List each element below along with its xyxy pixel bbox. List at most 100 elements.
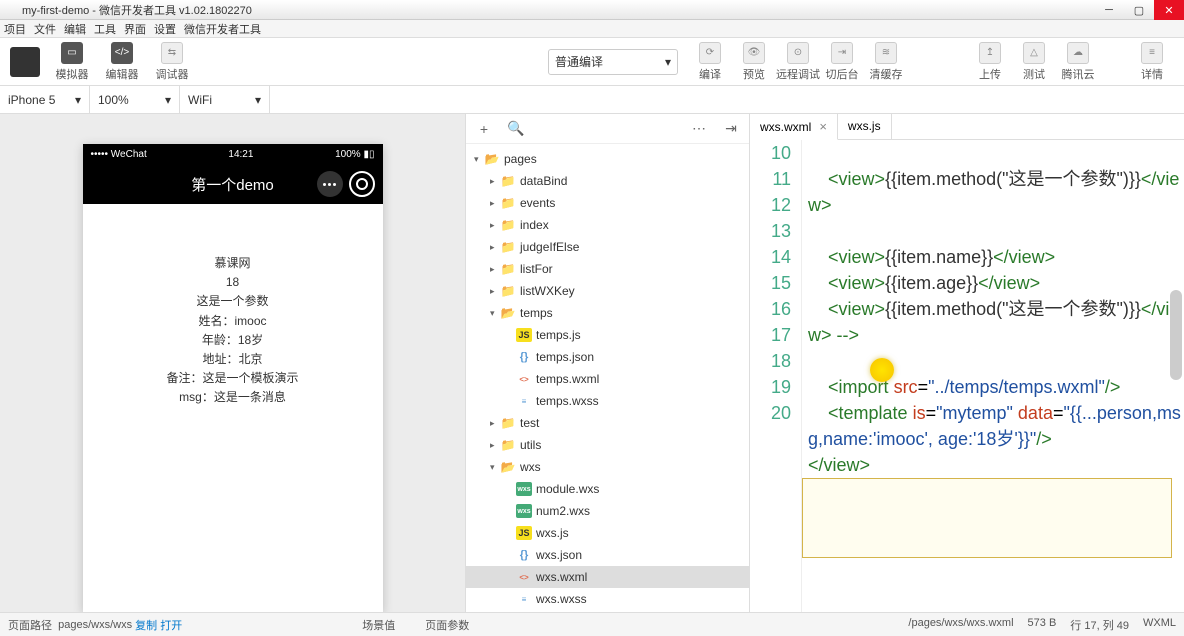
selection-highlight [802,478,1172,558]
menu-界面[interactable]: 界面 [124,21,146,37]
test-button[interactable]: △测试 [1012,40,1056,84]
tree-item-temps.json[interactable]: {}temps.json [466,346,749,368]
details-button[interactable]: ≡详情 [1130,40,1174,84]
file-tree[interactable]: ▾pages▸dataBind▸events▸index▸judgeIfElse… [466,144,749,612]
status-bar: 页面路径 pages/wxs/wxs 复制 打开 场景值 页面参数 /pages… [0,612,1184,636]
line-number: 17 [750,322,791,348]
code-area[interactable]: 1011121314151617181920 <view>{{item.meth… [750,140,1184,612]
menu-项目[interactable]: 项目 [4,21,26,37]
window-minimize[interactable]: ─ [1094,0,1124,20]
editor-button[interactable]: </>编辑器 [100,40,144,84]
debugger-button[interactable]: ⇆调试器 [150,40,194,84]
status-filesize: 573 B [1028,617,1057,633]
window-close[interactable]: ✕ [1154,0,1184,20]
wxml-icon: <> [516,372,532,386]
menu-微信开发者工具[interactable]: 微信开发者工具 [184,21,261,37]
tree-item-listFor[interactable]: ▸listFor [466,258,749,280]
copy-link[interactable]: 复制 [135,617,157,633]
folder-icon [500,416,516,430]
open-link[interactable]: 打开 [160,617,182,633]
tree-label: temps.js [536,328,581,342]
window-maximize[interactable]: ▢ [1124,0,1154,20]
upload-button[interactable]: ↥上传 [968,40,1012,84]
menu-工具[interactable]: 工具 [94,21,116,37]
tree-item-temps.wxml[interactable]: <>temps.wxml [466,368,749,390]
phone-time: 14:21 [228,149,253,160]
tree-label: wxs.wxss [536,592,587,606]
phone-carrier: ••••• WeChat [91,149,147,160]
phone-status-bar: ••••• WeChat 14:21 100% ▮▯ [83,144,383,164]
toolbar: ▭模拟器 </>编辑器 ⇆调试器 普通编译▾ ⟳编译 👁预览 ⊙远程调试 ⇥切后… [0,38,1184,86]
vertical-scrollbar[interactable] [1170,290,1182,380]
tree-item-listWXKey[interactable]: ▸listWXKey [466,280,749,302]
chevron-down-icon: ▾ [75,93,81,107]
capsule-menu-icon[interactable] [317,171,343,197]
compile-button[interactable]: ⟳编译 [688,40,732,84]
zoom-select[interactable]: 100%▾ [90,86,180,114]
app-icon [4,3,18,17]
tree-label: temps [520,306,553,320]
tree-item-wxs[interactable]: ▾wxs [466,456,749,478]
tab-wxs.js[interactable]: wxs.js [838,113,892,139]
folder-icon [500,262,516,276]
params-label[interactable]: 页面参数 [425,617,469,633]
line-number: 11 [750,166,791,192]
tree-item-pages[interactable]: ▾pages [466,148,749,170]
tree-item-events[interactable]: ▸events [466,192,749,214]
tree-item-temps.js[interactable]: JStemps.js [466,324,749,346]
tree-item-utils[interactable]: ▸utils [466,434,749,456]
line-number: 10 [750,140,791,166]
tree-item-judgeIfElse[interactable]: ▸judgeIfElse [466,236,749,258]
tree-item-wxs.wxml[interactable]: <>wxs.wxml [466,566,749,588]
wxml-icon: <> [516,570,532,584]
remote-debug-button[interactable]: ⊙远程调试 [776,40,820,84]
menu-编辑[interactable]: 编辑 [64,21,86,37]
tree-item-dataBind[interactable]: ▸dataBind [466,170,749,192]
scene-label[interactable]: 场景值 [362,617,395,633]
line-number: 16 [750,296,791,322]
tree-item-num2.wxs[interactable]: wxsnum2.wxs [466,500,749,522]
menu-设置[interactable]: 设置 [154,21,176,37]
tree-item-wxs.wxss[interactable]: ≡wxs.wxss [466,588,749,610]
tree-item-module.wxs[interactable]: wxsmodule.wxs [466,478,749,500]
background-button[interactable]: ⇥切后台 [820,40,864,84]
search-file-button[interactable]: 🔍 [506,119,526,139]
tree-item-wxs.json[interactable]: {}wxs.json [466,544,749,566]
preview-button[interactable]: 👁预览 [732,40,776,84]
add-file-button[interactable]: + [474,119,494,139]
tree-item-index[interactable]: ▸index [466,214,749,236]
tree-item-test[interactable]: ▸test [466,412,749,434]
clear-cache-button[interactable]: ≋清缓存 [864,40,908,84]
tree-label: wxs [520,460,541,474]
chevron-down-icon: ▾ [165,93,171,107]
js-icon: JS [516,526,532,540]
simulator-panel: ••••• WeChat 14:21 100% ▮▯ 第一个demo 慕课网18… [0,114,465,612]
tab-wxs.wxml[interactable]: wxs.wxml× [750,114,838,140]
device-select[interactable]: iPhone 5▾ [0,86,90,114]
tree-item-temps[interactable]: ▾temps [466,302,749,324]
folder-icon [500,218,516,232]
capsule-close-icon[interactable] [349,171,375,197]
tree-item-wxs.js[interactable]: JSwxs.js [466,522,749,544]
more-menu-icon[interactable]: ⋯ [689,119,709,139]
status-lang: WXML [1143,617,1176,633]
line-gutter: 1011121314151617181920 [750,140,802,612]
tree-label: test [520,416,539,430]
avatar[interactable] [10,47,40,77]
compile-mode-select[interactable]: 普通编译▾ [548,49,678,75]
cloud-button[interactable]: ☁腾讯云 [1056,40,1100,84]
menu-文件[interactable]: 文件 [34,21,56,37]
collapse-icon[interactable]: ⇥ [721,119,741,139]
page-path-label: 页面路径 [8,617,52,633]
tree-item-temps.wxss[interactable]: ≡temps.wxss [466,390,749,412]
folder-icon [500,284,516,298]
menubar: 项目文件编辑工具界面设置微信开发者工具 [0,20,1184,38]
file-explorer: + 🔍 ⋯ ⇥ ▾pages▸dataBind▸events▸index▸jud… [465,114,750,612]
code-content[interactable]: <view>{{item.method("这是一个参数")}}</view> <… [802,140,1184,612]
tree-label: listFor [520,262,553,276]
status-file-path: /pages/wxs/wxs.wxml [908,617,1013,633]
close-icon[interactable]: × [819,119,827,134]
simulator-button[interactable]: ▭模拟器 [50,40,94,84]
network-select[interactable]: WiFi▾ [180,86,270,114]
folder-open-icon [500,460,516,474]
